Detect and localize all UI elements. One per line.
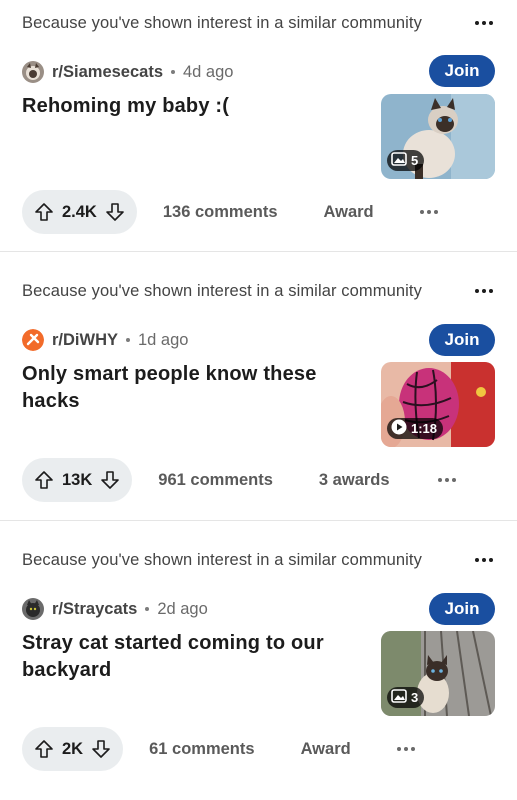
- post-card[interactable]: Because you've shown interest in a simil…: [0, 521, 517, 800]
- gallery-icon: [391, 152, 407, 169]
- join-button[interactable]: Join: [429, 324, 495, 356]
- post-title[interactable]: Rehoming my baby :(: [22, 93, 352, 120]
- share-more-icon[interactable]: [434, 472, 460, 488]
- vote-pill: 13K: [22, 458, 133, 502]
- media-count: 3: [411, 690, 419, 705]
- post-thumbnail[interactable]: 5: [381, 94, 495, 179]
- separator-dot: [126, 338, 130, 342]
- comments-button[interactable]: 136 comments: [159, 203, 282, 222]
- post-title[interactable]: Only smart people know these hacks: [22, 361, 352, 415]
- separator-dot: [145, 607, 150, 611]
- subreddit-name[interactable]: r/Straycats: [52, 600, 137, 619]
- post-meta: r/DiWHY 1d ago: [22, 328, 188, 352]
- post-actions: 2.4K 136 comments Award: [22, 190, 495, 234]
- post-actions: 13K 961 comments 3 awards: [22, 458, 495, 502]
- subreddit-avatar[interactable]: [22, 61, 44, 83]
- downvote-icon[interactable]: [105, 202, 125, 222]
- more-options-icon[interactable]: [473, 17, 495, 29]
- downvote-icon[interactable]: [100, 470, 120, 490]
- feed: Because you've shown interest in a simil…: [0, 0, 517, 800]
- subreddit-avatar[interactable]: [22, 598, 44, 620]
- post-card[interactable]: Because you've shown interest in a simil…: [0, 0, 517, 252]
- video-duration-badge: 1:18: [387, 418, 444, 439]
- recommendation-reason: Because you've shown interest in a simil…: [22, 13, 422, 32]
- media-count: 5: [411, 153, 419, 168]
- post-title[interactable]: Stray cat started coming to our backyard: [22, 630, 342, 684]
- separator-dot: [171, 70, 175, 74]
- post-meta: r/Straycats 2d ago: [22, 597, 208, 621]
- award-button[interactable]: Award: [297, 740, 355, 759]
- vote-pill: 2K: [22, 727, 124, 771]
- upvote-icon[interactable]: [34, 739, 54, 759]
- upvote-icon[interactable]: [34, 470, 54, 490]
- upvote-icon[interactable]: [34, 202, 54, 222]
- share-more-icon[interactable]: [393, 741, 419, 757]
- comments-button[interactable]: 61 comments: [145, 740, 258, 759]
- downvote-icon[interactable]: [91, 739, 111, 759]
- award-button[interactable]: 3 awards: [315, 471, 394, 490]
- post-age: 1d ago: [138, 330, 189, 349]
- join-button[interactable]: Join: [429, 593, 495, 625]
- recommendation-reason: Because you've shown interest in a simil…: [22, 281, 422, 300]
- gallery-icon: [391, 689, 407, 706]
- post-thumbnail[interactable]: 1:18: [381, 362, 495, 447]
- post-thumbnail[interactable]: 3: [381, 631, 495, 716]
- vote-score: 2.4K: [62, 202, 97, 221]
- award-button[interactable]: Award: [320, 203, 378, 222]
- post-card[interactable]: Because you've shown interest in a simil…: [0, 252, 517, 521]
- more-options-icon[interactable]: [473, 285, 495, 297]
- post-age: 2d ago: [157, 599, 208, 618]
- media-count-badge: 3: [387, 687, 425, 708]
- recommendation-row: Because you've shown interest in a simil…: [22, 280, 495, 302]
- recommendation-reason: Because you've shown interest in a simil…: [22, 550, 422, 569]
- post-meta: r/Siamesecats 4d ago: [22, 60, 233, 84]
- video-duration: 1:18: [411, 421, 438, 436]
- recommendation-row: Because you've shown interest in a simil…: [22, 12, 495, 34]
- vote-score: 13K: [62, 470, 93, 489]
- vote-pill: 2.4K: [22, 190, 137, 234]
- play-icon: [391, 419, 407, 438]
- media-count-badge: 5: [387, 150, 425, 171]
- vote-score: 2K: [62, 739, 84, 758]
- post-actions: 2K 61 comments Award: [22, 727, 495, 771]
- recommendation-row: Because you've shown interest in a simil…: [22, 549, 495, 571]
- subreddit-name[interactable]: r/Siamesecats: [52, 63, 163, 82]
- join-button[interactable]: Join: [429, 55, 495, 87]
- subreddit-avatar[interactable]: [22, 329, 44, 351]
- post-age: 4d ago: [183, 62, 234, 81]
- comments-button[interactable]: 961 comments: [154, 471, 277, 490]
- more-options-icon[interactable]: [473, 554, 495, 566]
- share-more-icon[interactable]: [416, 204, 442, 220]
- subreddit-name[interactable]: r/DiWHY: [52, 331, 118, 350]
